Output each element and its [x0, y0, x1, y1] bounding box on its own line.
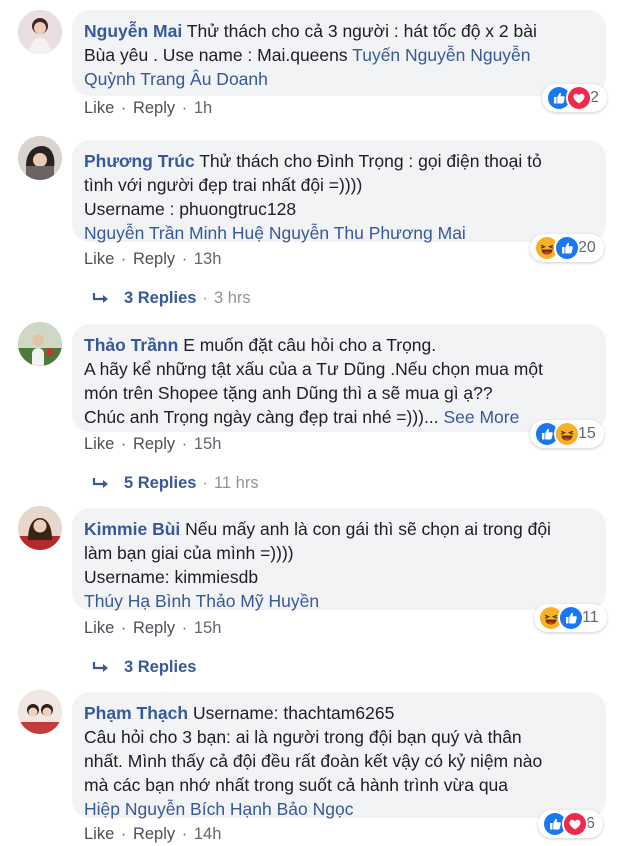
comment-text: món trên Shopee tặng anh Dũng thì a sẽ m…	[84, 383, 493, 403]
replies-timestamp: 3 hrs	[213, 289, 251, 307]
avatar[interactable]	[18, 506, 62, 550]
reply-button[interactable]: Reply	[133, 619, 175, 637]
like-button[interactable]: Like	[84, 825, 114, 843]
reaction-summary[interactable]: 2	[542, 84, 607, 112]
comment-text: Nếu mấy anh là con gái thì sẽ chọn ai tr…	[185, 519, 551, 539]
comment-bubble: Nguyễn Mai Thử thách cho cả 3 người : há…	[72, 10, 606, 96]
comment-bubble: Kimmie Bùi Nếu mấy anh là con gái thì sẽ…	[72, 508, 606, 611]
comment-timestamp[interactable]: 15h	[194, 435, 222, 453]
reply-button[interactable]: Reply	[133, 825, 175, 843]
avatar[interactable]	[18, 322, 62, 366]
view-replies-link[interactable]: 5 Replies · 11 hrs	[92, 474, 259, 493]
reply-arrow-icon	[92, 292, 108, 303]
view-replies-link[interactable]: 3 Replies · 3 hrs	[92, 289, 251, 308]
comment-timestamp[interactable]: 14h	[194, 825, 222, 843]
replies-count[interactable]: 3 Replies	[124, 658, 196, 677]
haha-reaction-icon	[554, 421, 580, 447]
love-reaction-icon	[566, 85, 592, 111]
like-button[interactable]: Like	[84, 250, 114, 268]
comment-timestamp[interactable]: 1h	[194, 99, 212, 117]
comment-text: Chúc anh Trọng ngày càng đẹp trai nhé =)…	[84, 407, 439, 427]
commenter-name[interactable]: Kimmie Bùi	[84, 519, 180, 539]
comment-text: Username : phuongtruc128	[84, 199, 297, 219]
avatar[interactable]	[18, 10, 62, 54]
comment-bubble: Phương Trúc Thử thách cho Đình Trọng : g…	[72, 140, 606, 243]
comment-text: A hãy kể những tật xấu của a Tư Dũng .Nế…	[84, 359, 543, 379]
tagged-users[interactable]: Thúy Hạ Bình Thảo Mỹ Huyền	[84, 591, 319, 611]
like-button[interactable]: Like	[84, 619, 114, 637]
comment-text: Username: kimmiesdb	[84, 567, 259, 587]
like-button[interactable]: Like	[84, 99, 114, 117]
comment-text: nhất. Mình thấy cả đội đều rất đoàn kết …	[84, 751, 543, 771]
comment-bubble: Thảo Trầnn E muốn đặt câu hỏi cho a Trọn…	[72, 324, 606, 432]
reaction-summary[interactable]: 6	[538, 810, 603, 838]
comment-text: Bùa yêu . Use name : Mai.queens	[84, 45, 348, 65]
see-more-link[interactable]: See More	[443, 407, 519, 427]
tagged-users[interactable]: Hiệp Nguyễn Bích Hạnh Bảo Ngọc	[84, 799, 353, 819]
comment-actions: Like · Reply · 15h	[84, 619, 222, 637]
comment-bubble: Phạm Thạch Username: thachtam6265 Câu hỏ…	[72, 692, 606, 819]
view-replies-link[interactable]: 3 Replies	[92, 658, 196, 677]
commenter-name[interactable]: Phạm Thạch	[84, 703, 188, 723]
comment-text: tình với người đẹp trai nhất đội =))))	[84, 175, 363, 195]
commenter-name[interactable]: Phương Trúc	[84, 151, 195, 171]
reaction-summary[interactable]: 20	[530, 234, 604, 262]
reaction-count: 11	[582, 609, 599, 626]
tagged-users[interactable]: Quỳnh Trang Âu Doanh	[84, 69, 268, 89]
comment-actions: Like · Reply · 15h	[84, 435, 222, 453]
comment-actions: Like · Reply · 14h	[84, 825, 222, 843]
reply-arrow-icon	[92, 661, 108, 672]
comment-text: Câu hỏi cho 3 bạn: ai là người trong đội…	[84, 727, 522, 747]
replies-count[interactable]: 3 Replies	[124, 289, 196, 308]
commenter-name[interactable]: Nguyễn Mai	[84, 21, 182, 41]
comment-actions: Like · Reply · 1h	[84, 99, 213, 117]
love-reaction-icon	[562, 811, 588, 837]
comment-text: Username: thachtam6265	[192, 703, 395, 723]
like-reaction-icon	[558, 605, 584, 631]
replies-count[interactable]: 5 Replies	[124, 474, 196, 493]
comment-text: Thử thách cho cả 3 người : hát tốc độ x …	[186, 21, 537, 41]
reaction-summary[interactable]: 11	[534, 604, 607, 632]
reply-button[interactable]: Reply	[133, 250, 175, 268]
reaction-summary[interactable]: 15	[530, 420, 604, 448]
comment-timestamp[interactable]: 15h	[194, 619, 222, 637]
reply-arrow-icon	[92, 477, 108, 488]
commenter-name[interactable]: Thảo Trầnn	[84, 335, 178, 355]
tagged-users[interactable]: Tuyến Nguyễn Nguyễn	[352, 45, 530, 65]
comment-text: E muốn đặt câu hỏi cho a Trọng.	[183, 335, 437, 355]
comment-timestamp[interactable]: 13h	[194, 250, 222, 268]
comment-actions: Like · Reply · 13h	[84, 250, 222, 268]
reaction-count: 20	[578, 239, 596, 256]
reply-button[interactable]: Reply	[133, 435, 175, 453]
tagged-users[interactable]: Nguyễn Trần Minh Huệ Nguyễn Thu Phương M…	[84, 223, 466, 243]
comment-text: Thử thách cho Đình Trọng : gọi điện thoạ…	[199, 151, 542, 171]
avatar[interactable]	[18, 136, 62, 180]
reaction-count: 15	[578, 425, 596, 442]
replies-timestamp: 11 hrs	[213, 474, 259, 492]
like-button[interactable]: Like	[84, 435, 114, 453]
comment-text: làm bạn giai của mình =))))	[84, 543, 294, 563]
avatar[interactable]	[18, 690, 62, 734]
comment-text: mà các bạn nhớ nhất trong suốt cả hành t…	[84, 775, 509, 795]
reply-button[interactable]: Reply	[133, 99, 175, 117]
like-reaction-icon	[554, 235, 580, 261]
